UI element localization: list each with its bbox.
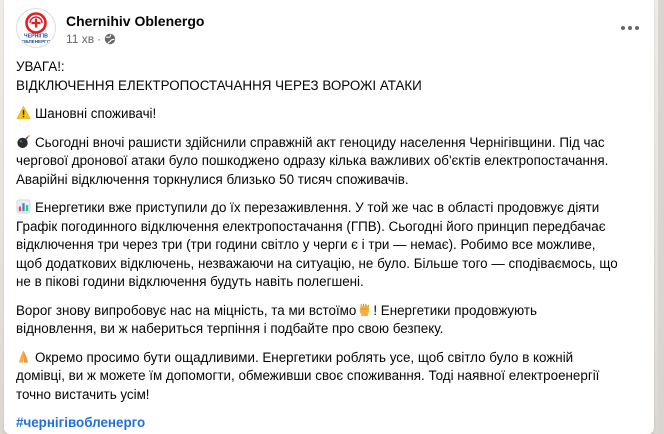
- oblenergo-logo-icon: ЧЕРНІГІВ ОБЛЕНЕРГО: [22, 12, 51, 44]
- more-options-dot: [628, 26, 632, 30]
- globe-icon[interactable]: [104, 33, 116, 45]
- saving-line-2: домівці, ви ж можете їм допомогти, обмеж…: [16, 368, 600, 383]
- schedule-line-1: Енергетики вже приступили до їх перезажи…: [35, 200, 600, 215]
- attack-line-1: Сьогодні вночі рашисти здійснили справжн…: [35, 134, 605, 150]
- attack-line-2: чергової дронової атаки було пошкоджено …: [16, 153, 609, 168]
- paragraph-attack: Сьогодні вночі рашисти здійснили справжн…: [16, 134, 640, 190]
- post-meta: 11 хв ·: [66, 31, 116, 47]
- post-text: УВАГА!: ВІДКЛЮЧЕННЯ ЕЛЕКТРОПОСТАЧАННЯ ЧЕ…: [16, 58, 640, 434]
- paragraph-saving: Окремо просимо бути ощадливими. Енергети…: [16, 349, 640, 405]
- paragraph-schedule: Енергетики вже приступили до їх перезажи…: [16, 199, 640, 292]
- logo-text-bottom: ОБЛЕНЕРГО: [22, 39, 51, 44]
- warning-icon: [16, 105, 31, 119]
- heading-line-2: ВІДКЛЮЧЕННЯ ЕЛЕКТРОПОСТАЧАННЯ ЧЕРЕЗ ВОРО…: [16, 77, 422, 93]
- schedule-line-3: відключення три через три (три години св…: [16, 237, 596, 252]
- schedule-line-2: Графік погодинного відключення електропо…: [16, 218, 606, 234]
- hashtag-link[interactable]: #чернігівобленерго: [16, 415, 145, 430]
- more-options-icon: [621, 26, 625, 30]
- paragraph-hashtag: #чернігівобленерго: [16, 414, 640, 433]
- paragraph-greeting: Шановні споживачі!: [16, 105, 640, 124]
- resilience-line-1b: ! Енергетики продовжують: [373, 302, 537, 318]
- meta-separator: ·: [97, 32, 102, 46]
- more-options-dot: [635, 26, 639, 30]
- more-options-button[interactable]: [618, 18, 642, 38]
- schedule-line-4: щоб додаткових відключень, незважаючи на…: [16, 255, 618, 271]
- greeting-text: Шановні споживачі!: [35, 106, 157, 121]
- saving-line-1: Окремо просимо бути ощадливими. Енергети…: [35, 349, 574, 365]
- saving-line-3: точно вистачить усім!: [16, 386, 150, 402]
- page-avatar[interactable]: ЧЕРНІГІВ ОБЛЕНЕРГО: [16, 8, 56, 48]
- schedule-line-5: не в пікові години відключення будуть на…: [16, 274, 364, 289]
- resilience-line-2: відновлення, ви ж набериться терпіння і …: [16, 321, 444, 336]
- page-name-link[interactable]: Chernihiv Oblenergo: [66, 12, 204, 30]
- bar-chart-icon: [16, 199, 31, 214]
- paragraph-resilience: Ворог знову випробовує нас на міцність, …: [16, 302, 640, 339]
- page-scrollbar[interactable]: [658, 0, 664, 434]
- post-heading: УВАГА!: ВІДКЛЮЧЕННЯ ЕЛЕКТРОПОСТАЧАННЯ ЧЕ…: [16, 58, 640, 95]
- facebook-post: ЧЕРНІГІВ ОБЛЕНЕРГО Chernihiv Oblenergo 1…: [4, 0, 654, 434]
- post-header: ЧЕРНІГІВ ОБЛЕНЕРГО Chernihiv Oblenergo 1…: [16, 8, 644, 52]
- resilience-line-1a: Ворог знову випробовує нас на міцність, …: [16, 302, 357, 318]
- heading-line-1: УВАГА!:: [16, 59, 65, 74]
- folded-hands-icon: [18, 349, 29, 363]
- raised-fist-icon: [360, 303, 370, 316]
- bomb-icon: [17, 134, 31, 148]
- post-timestamp[interactable]: 11 хв: [66, 31, 94, 47]
- attack-line-3: Аварійні відключення торкнулися близько …: [16, 171, 409, 187]
- page-background: ЧЕРНІГІВ ОБЛЕНЕРГО Chernihiv Oblenergo 1…: [0, 0, 664, 434]
